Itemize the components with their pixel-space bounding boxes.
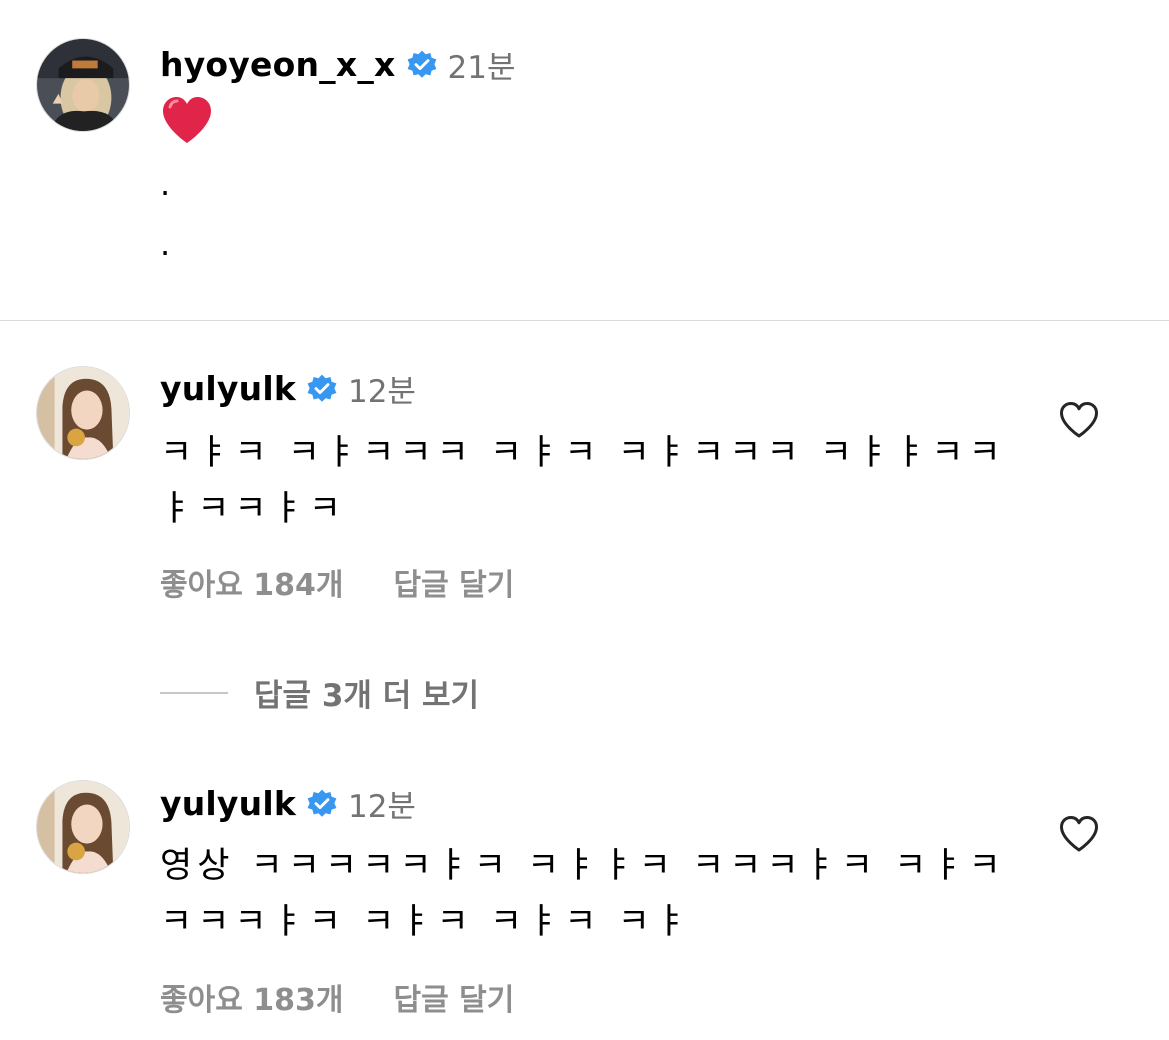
heart-outline-icon[interactable] — [1058, 814, 1100, 854]
comment-header: yulyulk 12분 — [160, 781, 416, 826]
like-count[interactable]: 좋아요 184개 — [160, 560, 343, 604]
username[interactable]: yulyulk — [160, 369, 296, 408]
comment-text: 영상 ㅋㅋㅋㅋㅋㅑㅋ ㅋㅑㅑㅋ ㅋㅋㅋㅑㅋ ㅋㅑㅋ ㅋㅋㅋㅑㅋ ㅋㅑㅋ ㅋㅑㅋ … — [160, 846, 1006, 942]
comments-screen: hyoyeon_x_x 21분 . . yulyulk 12분 ㅋㅑㅋ ㅋㅑㅋㅋ… — [0, 0, 1169, 1040]
username[interactable]: yulyulk — [160, 784, 296, 823]
comment-text: ㅋㅑㅋ ㅋㅑㅋㅋㅋ ㅋㅑㅋ ㅋㅑㅋㅋㅋ ㅋㅑㅑㅋㅋ ㅑㅋㅋㅑㅋ — [160, 433, 1006, 529]
verified-badge-icon — [306, 788, 338, 820]
username[interactable]: hyoyeon_x_x — [160, 45, 396, 84]
comment-meta: 좋아요 184개 답글 달기 — [160, 560, 514, 604]
reply-button[interactable]: 답글 달기 — [393, 560, 514, 604]
heart-outline-icon[interactable] — [1058, 400, 1100, 440]
comment-header: yulyulk 12분 — [160, 366, 416, 411]
comment-meta: 좋아요 183개 답글 달기 — [160, 975, 514, 1019]
comment-time: 12분 — [347, 374, 416, 410]
post-time: 21분 — [447, 50, 516, 86]
verified-badge-icon — [406, 49, 438, 81]
post-header: hyoyeon_x_x 21분 — [160, 42, 515, 87]
caption-line: . — [160, 225, 171, 263]
like-count[interactable]: 좋아요 183개 — [160, 975, 343, 1019]
avatar[interactable] — [36, 38, 130, 132]
comment-time: 12분 — [347, 789, 416, 825]
replies-divider-line — [160, 691, 228, 694]
verified-badge-icon — [306, 373, 338, 405]
view-more-replies-button[interactable]: 답글 3개 더 보기 — [160, 670, 479, 715]
divider — [0, 320, 1169, 321]
avatar[interactable] — [36, 780, 130, 874]
red-heart-emoji-icon — [160, 94, 214, 146]
view-more-replies-label: 답글 3개 더 보기 — [254, 678, 480, 714]
caption-line: . — [160, 165, 171, 203]
avatar[interactable] — [36, 366, 130, 460]
reply-button[interactable]: 답글 달기 — [393, 975, 514, 1019]
